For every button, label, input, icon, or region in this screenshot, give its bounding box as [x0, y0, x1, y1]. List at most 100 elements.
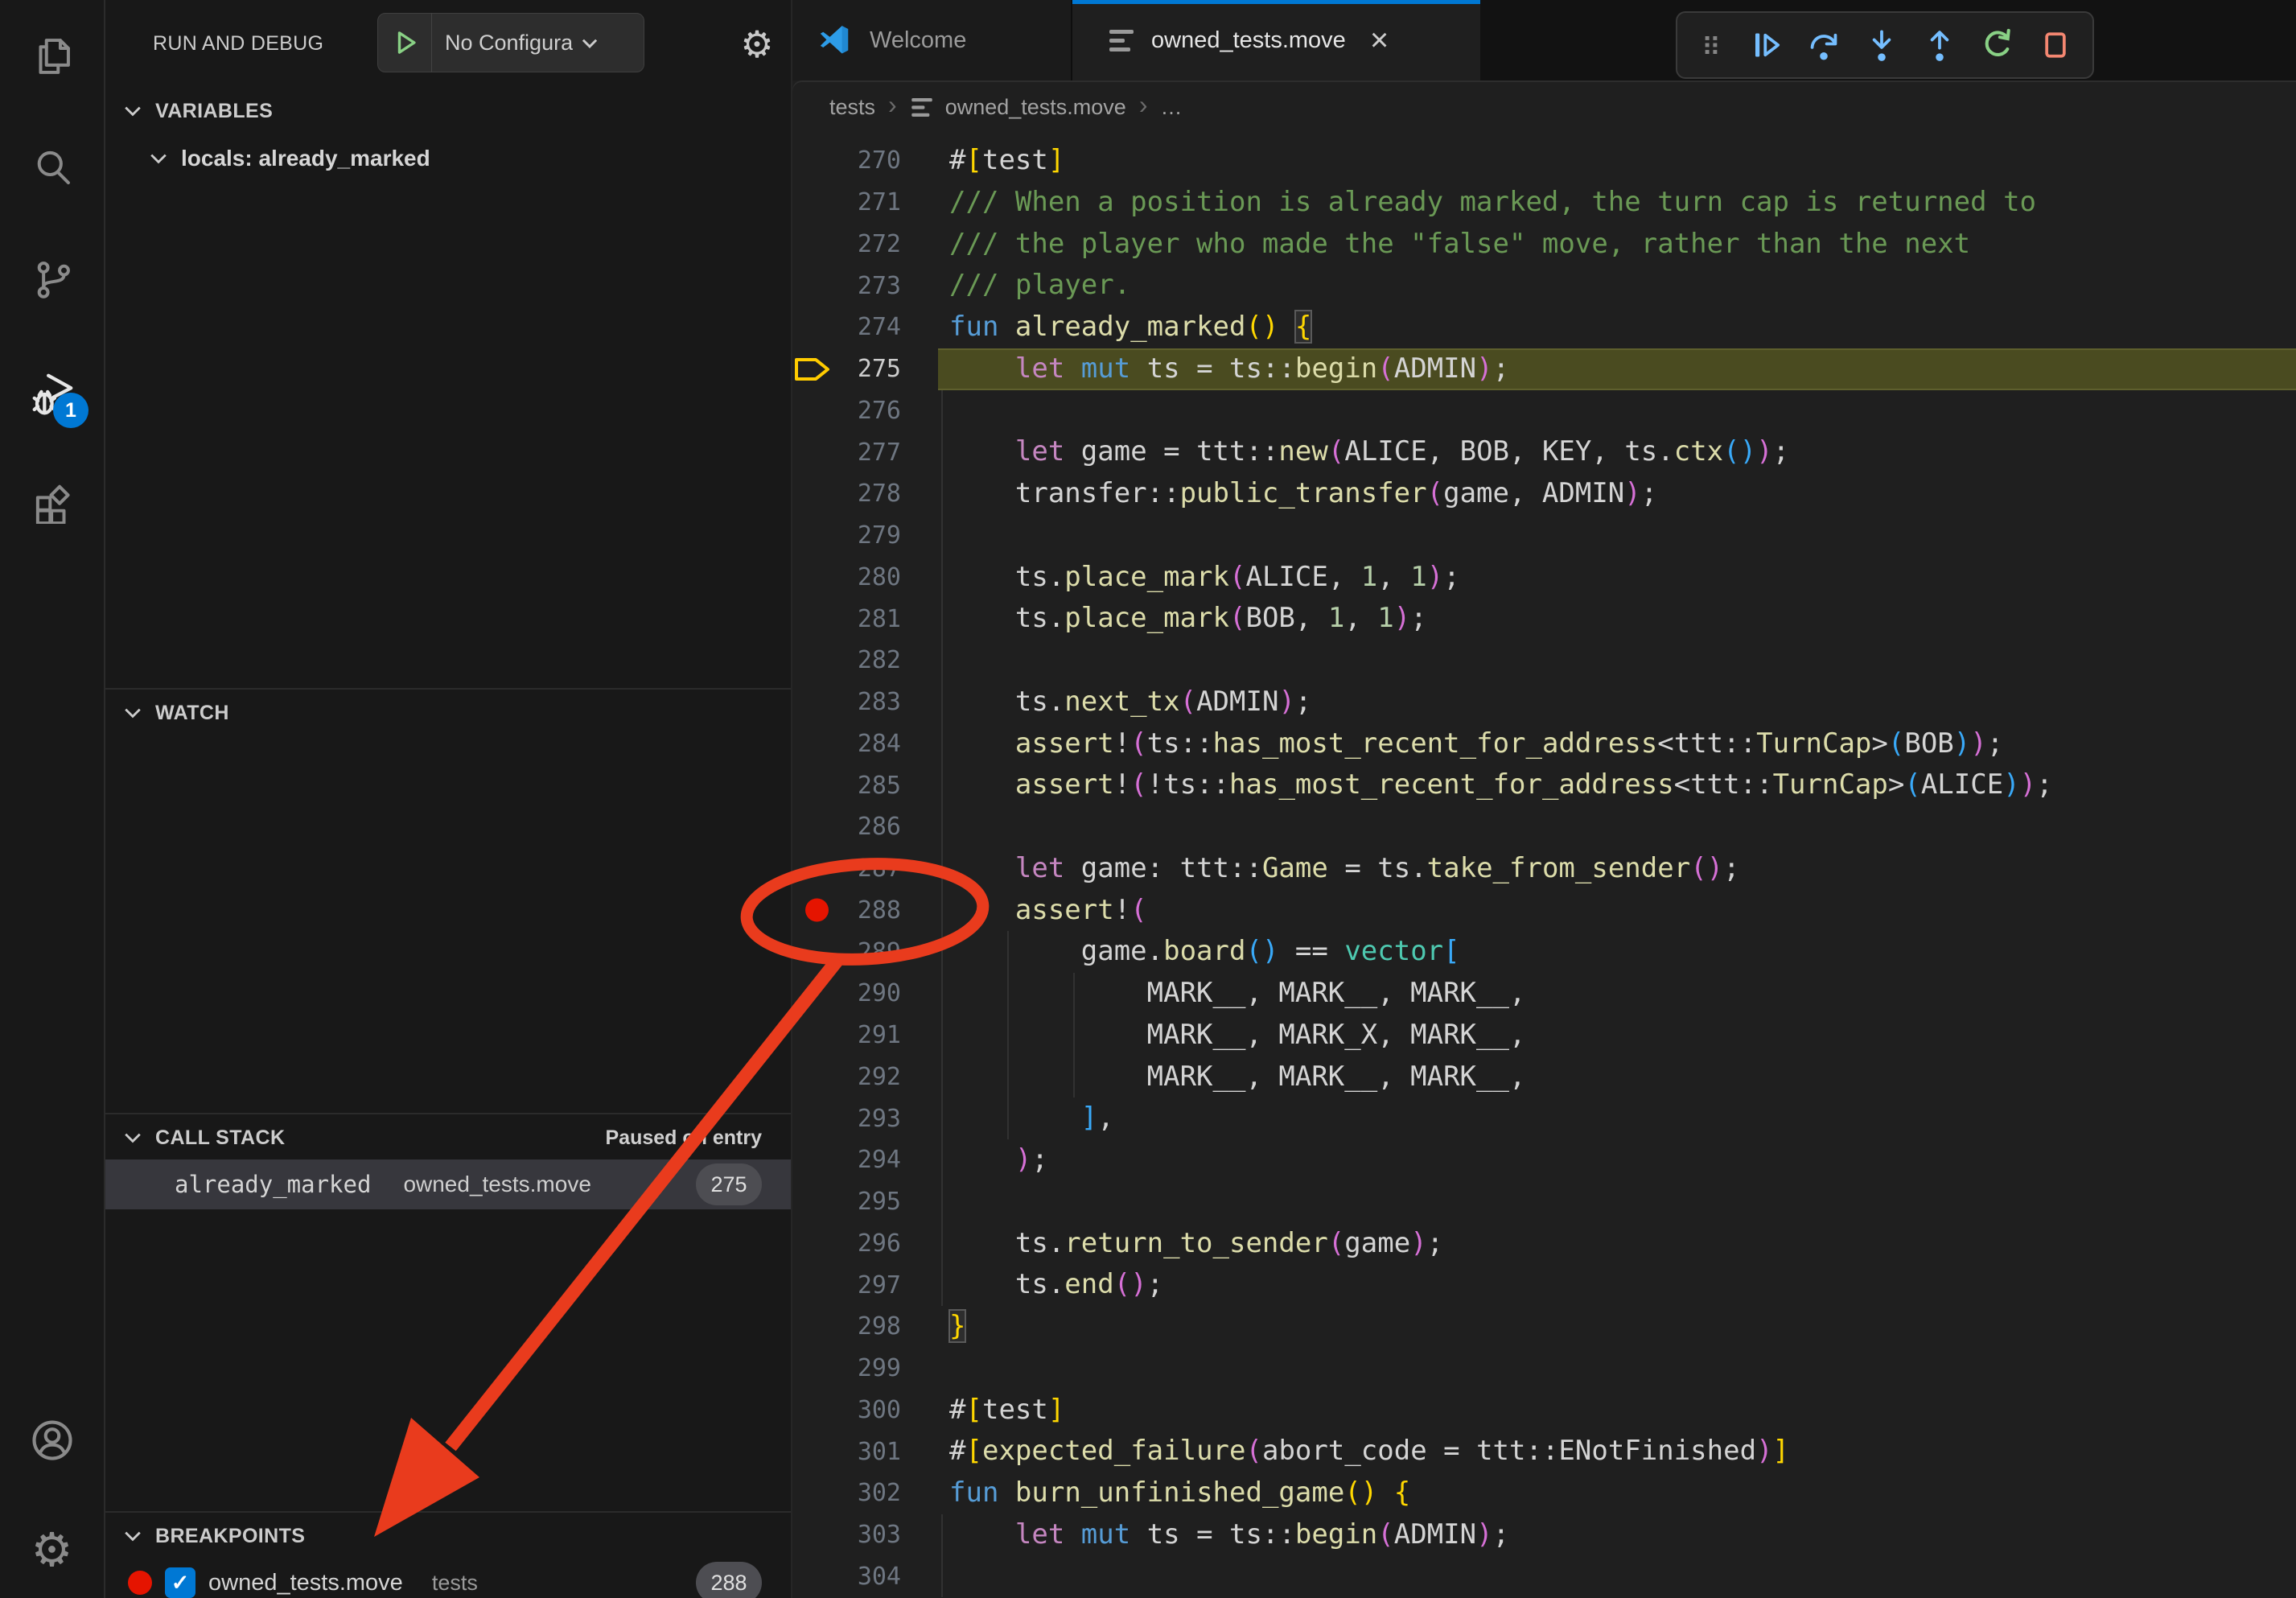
breadcrumb-item[interactable]: … [1160, 95, 1182, 120]
gutter[interactable]: 279 [792, 515, 949, 557]
gutter[interactable]: 286 [792, 806, 949, 848]
restart-icon[interactable] [1977, 24, 2018, 66]
gutter[interactable]: 290 [792, 973, 949, 1015]
continue-icon[interactable] [1745, 24, 1787, 66]
line-number[interactable]: 295 [858, 1181, 901, 1223]
line-number[interactable]: 303 [858, 1514, 901, 1556]
step-out-icon[interactable] [1919, 24, 1961, 66]
gutter[interactable]: 283 [792, 682, 949, 723]
gutter[interactable]: 299 [792, 1348, 949, 1390]
line-number[interactable]: 283 [858, 682, 901, 723]
drag-handle-icon[interactable] [1693, 27, 1729, 63]
code-text[interactable]: ts.place_mark(ALICE, 1, 1); [949, 557, 2296, 599]
line-number[interactable]: 282 [858, 640, 901, 682]
breakpoint-row[interactable]: ✓ owned_tests.move tests 288 [105, 1559, 791, 1598]
line-number[interactable]: 284 [858, 723, 901, 765]
breadcrumb-item[interactable]: owned_tests.move [945, 95, 1126, 120]
line-number[interactable]: 280 [858, 557, 901, 599]
code-text[interactable]: ts.next_tx(ADMIN); [949, 682, 2296, 723]
source-control-icon[interactable] [29, 256, 76, 303]
code-text[interactable]: let mut ts = ts::begin(ADMIN); [949, 1514, 2296, 1556]
code-text[interactable]: fun burn_unfinished_game() { [949, 1472, 2296, 1514]
breadcrumb-item[interactable]: tests [829, 95, 875, 120]
gutter[interactable]: 272 [792, 224, 949, 266]
gutter[interactable]: 285 [792, 764, 949, 806]
code-text[interactable]: #[test] [949, 140, 2296, 182]
code-text[interactable]: /// player. [949, 265, 2296, 307]
line-number[interactable]: 273 [858, 265, 901, 307]
code-text[interactable]: #[test] [949, 1390, 2296, 1431]
code-text[interactable]: fun already_marked() { [949, 307, 2296, 348]
line-number[interactable]: 277 [858, 431, 901, 473]
close-icon[interactable]: × [1370, 24, 1389, 56]
code-text[interactable]: transfer::public_transfer(game, ADMIN); [949, 473, 2296, 515]
step-over-icon[interactable] [1803, 24, 1845, 66]
gutter[interactable]: 289 [792, 931, 949, 973]
line-number[interactable]: 299 [858, 1348, 901, 1390]
code-text[interactable]: MARK__, MARK__, MARK__, [949, 1056, 2296, 1098]
call-stack-frame-row[interactable]: already_marked owned_tests.move 275 [105, 1159, 791, 1209]
stop-icon[interactable] [2035, 24, 2076, 66]
code-text[interactable]: } [949, 1306, 2296, 1348]
line-number[interactable]: 289 [858, 931, 901, 973]
search-icon[interactable] [29, 144, 76, 191]
code-text[interactable] [949, 390, 2296, 432]
gutter[interactable]: 296 [792, 1223, 949, 1265]
line-number[interactable]: 272 [858, 224, 901, 266]
gutter[interactable]: 304 [792, 1556, 949, 1598]
code-text[interactable] [949, 1556, 2296, 1598]
line-number[interactable]: 293 [858, 1098, 901, 1139]
code-text[interactable]: MARK__, MARK_X, MARK__, [949, 1015, 2296, 1056]
code-text[interactable]: #[expected_failure(abort_code = ttt::ENo… [949, 1431, 2296, 1472]
line-number[interactable]: 276 [858, 390, 901, 432]
gutter[interactable]: 293 [792, 1098, 949, 1139]
gutter[interactable]: 292 [792, 1056, 949, 1098]
code-text[interactable]: let mut ts = ts::begin(ADMIN); [938, 348, 2296, 390]
settings-gear-icon[interactable]: ⚙ [31, 1527, 73, 1574]
line-number[interactable]: 274 [858, 307, 901, 348]
line-number[interactable]: 292 [858, 1056, 901, 1098]
account-icon[interactable] [28, 1416, 76, 1464]
gutter[interactable]: 274 [792, 307, 949, 348]
start-debug-icon[interactable] [378, 29, 431, 56]
code-text[interactable] [949, 1348, 2296, 1390]
gutter[interactable]: 300 [792, 1390, 949, 1431]
breakpoints-section-header[interactable]: BREAKPOINTS [105, 1511, 791, 1559]
code-text[interactable]: ts.end(); [949, 1264, 2296, 1306]
code-text[interactable]: let game: ttt::Game = ts.take_from_sende… [949, 848, 2296, 890]
explorer-icon[interactable] [29, 33, 76, 80]
gutter[interactable]: 282 [792, 640, 949, 682]
line-number[interactable]: 291 [858, 1015, 901, 1056]
gutter[interactable]: 295 [792, 1181, 949, 1223]
line-number[interactable]: 304 [858, 1556, 901, 1598]
line-number[interactable]: 271 [858, 182, 901, 224]
line-number[interactable]: 285 [858, 764, 901, 806]
gutter[interactable]: 297 [792, 1264, 949, 1306]
call-stack-section-header[interactable]: CALL STACK Paused on entry [105, 1113, 791, 1161]
line-number[interactable]: 270 [858, 140, 901, 182]
breakpoint-icon[interactable] [805, 899, 829, 922]
code-text[interactable] [949, 640, 2296, 682]
variables-scope-row[interactable]: locals: already_marked [105, 135, 791, 182]
line-number[interactable]: 301 [858, 1431, 901, 1472]
step-into-icon[interactable] [1861, 24, 1903, 66]
code-text[interactable] [949, 515, 2296, 557]
gutter[interactable]: 281 [792, 598, 949, 640]
gutter[interactable]: 294 [792, 1139, 949, 1181]
line-number[interactable]: 290 [858, 973, 901, 1015]
code-text[interactable] [949, 806, 2296, 848]
tab-welcome[interactable]: Welcome [792, 0, 1072, 80]
debug-settings-gear-icon[interactable]: ⚙ [740, 23, 773, 66]
gutter[interactable]: 303 [792, 1514, 949, 1556]
line-number[interactable]: 294 [858, 1139, 901, 1181]
gutter[interactable]: 270 [792, 140, 949, 182]
gutter[interactable]: 273 [792, 265, 949, 307]
line-number[interactable]: 298 [858, 1306, 901, 1348]
gutter[interactable]: 277 [792, 431, 949, 473]
gutter[interactable]: 284 [792, 723, 949, 765]
line-number[interactable]: 278 [858, 473, 901, 515]
code-text[interactable]: /// the player who made the "false" move… [949, 224, 2296, 266]
code-text[interactable]: MARK__, MARK__, MARK__, [949, 973, 2296, 1015]
gutter[interactable]: 271 [792, 182, 949, 224]
code-text[interactable]: /// When a position is already marked, t… [949, 182, 2296, 224]
